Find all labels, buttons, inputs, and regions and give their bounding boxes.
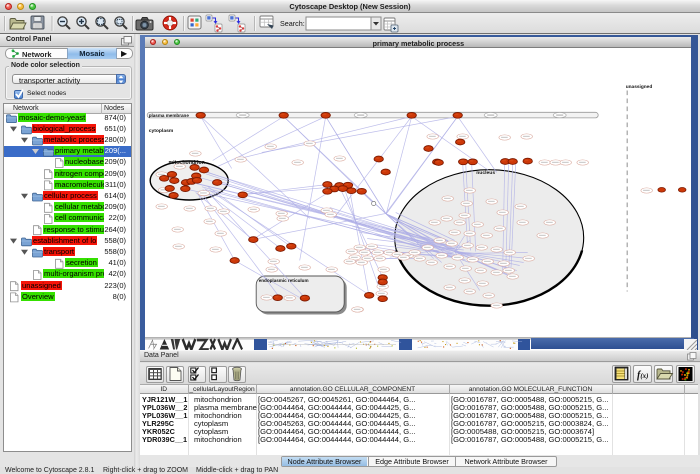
svg-text:f​(x): f​(x) — [637, 370, 649, 381]
